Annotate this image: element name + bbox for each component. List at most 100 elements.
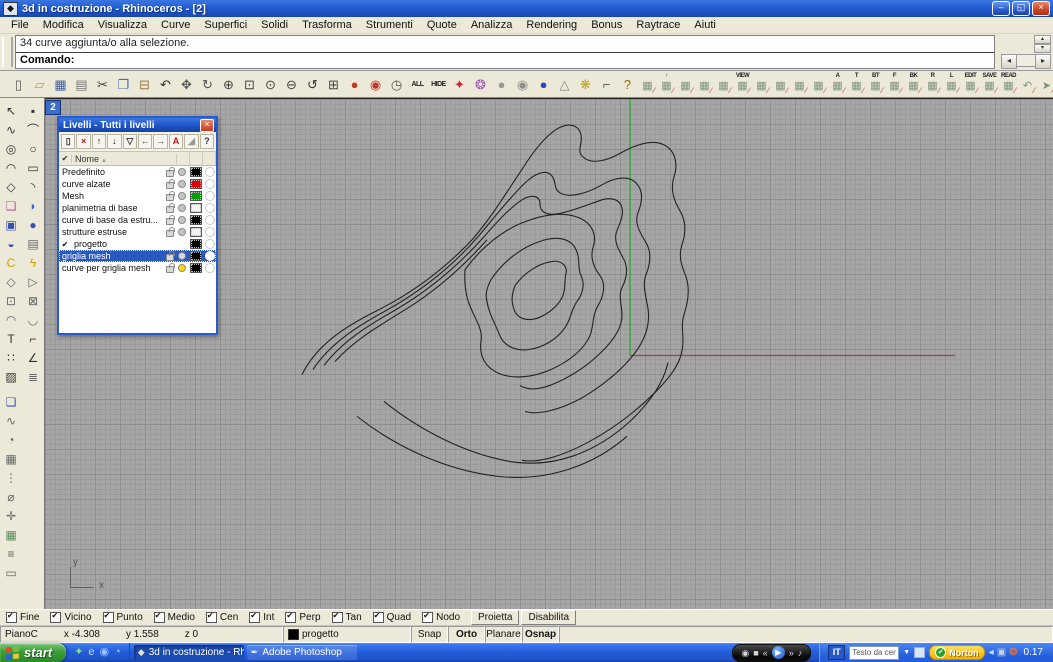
open-folder-icon[interactable]: ▱ bbox=[29, 74, 50, 95]
osnap-checkbox[interactable]: Nodo bbox=[422, 612, 460, 623]
search-dropdown-button[interactable]: ▼ bbox=[903, 649, 910, 656]
osnap-checkbox[interactable]: Fine bbox=[6, 612, 39, 623]
mesh-car-icon[interactable]: ▦ bbox=[714, 73, 733, 96]
contour-curve[interactable] bbox=[512, 261, 566, 319]
layer-name[interactable]: curve di base da estru... bbox=[59, 215, 164, 225]
surface-row-icon[interactable]: ≣ bbox=[22, 367, 44, 386]
mesh-tool-2-icon[interactable]: ▦ bbox=[676, 73, 695, 96]
undo-icon[interactable]: ↶ bbox=[155, 74, 176, 95]
current-layer-check[interactable]: ✔ bbox=[59, 240, 71, 249]
stop-button[interactable]: ■ bbox=[753, 646, 758, 660]
layer-row[interactable]: ✔ strutture estruse bbox=[59, 226, 216, 238]
mesh-front-icon[interactable]: F ▦ bbox=[885, 73, 904, 96]
history-scroll-up-button[interactable]: ▴ bbox=[1034, 35, 1051, 44]
chamfer-icon[interactable]: ▷ bbox=[22, 272, 44, 291]
bone-icon[interactable]: ⌐ bbox=[596, 74, 617, 95]
messenger-icon[interactable]: ✦ bbox=[74, 643, 83, 662]
copy-points-icon[interactable]: ⊠ bbox=[22, 291, 44, 310]
new-layer-icon[interactable]: ▯ bbox=[61, 134, 75, 149]
next-button[interactable]: » bbox=[789, 646, 794, 660]
mesh-read-icon[interactable]: READ ▦ bbox=[999, 73, 1018, 96]
render-preview-icon[interactable]: ◉ bbox=[365, 74, 386, 95]
contour-curve[interactable] bbox=[486, 238, 583, 350]
colorball-tray-icon[interactable]: ❂ bbox=[1009, 643, 1017, 662]
layer-name[interactable]: Predefinito bbox=[59, 167, 164, 177]
layer-name[interactable]: progetto bbox=[71, 239, 164, 249]
undo-view-icon[interactable]: ↺ bbox=[302, 74, 323, 95]
cylinder-icon[interactable]: ◒ bbox=[0, 234, 22, 253]
pointer-icon[interactable]: ➤ bbox=[1037, 73, 1053, 96]
zoom-selected-icon[interactable]: ⊙ bbox=[260, 74, 281, 95]
u-mesh-icon[interactable]: ▦ bbox=[0, 525, 22, 544]
search-go-button[interactable] bbox=[914, 647, 925, 658]
render-icon[interactable]: ● bbox=[344, 74, 365, 95]
task-rhinoceros[interactable]: ◆ 3d in costruzione - Rh... bbox=[134, 645, 244, 660]
fillet-icon[interactable]: ◇ bbox=[0, 272, 22, 291]
contour-curve[interactable] bbox=[384, 362, 668, 463]
pan-hand-icon[interactable]: ✥ bbox=[176, 74, 197, 95]
select-arrow-icon[interactable]: ↖ bbox=[0, 101, 22, 120]
menu-item[interactable]: Modifica bbox=[36, 19, 91, 31]
arc-icon[interactable]: ◠ bbox=[0, 158, 22, 177]
menu-item[interactable]: Visualizza bbox=[91, 19, 154, 31]
menu-item[interactable]: Solidi bbox=[254, 19, 295, 31]
layers-panel-titlebar[interactable]: Livelli - Tutti i livelli × bbox=[59, 118, 216, 132]
mesh-tool-4-icon[interactable]: ▦ bbox=[809, 73, 828, 96]
viewport[interactable]: 2 Livelli - Tutti i livelli × ▯×↑↓▽←→A◢?… bbox=[45, 98, 1053, 609]
zoom-dynamic-icon[interactable]: ⊕ bbox=[218, 74, 239, 95]
notes-icon[interactable]: ≡ bbox=[0, 544, 22, 563]
history-scroll-down-button[interactable]: ▾ bbox=[1034, 44, 1051, 53]
mesh-tool-3-icon[interactable]: ▦ bbox=[790, 73, 809, 96]
rectangle-icon[interactable]: ▭ bbox=[22, 158, 44, 177]
dots-icon[interactable]: ∷ bbox=[0, 348, 22, 367]
align-icon[interactable]: ⋮ bbox=[0, 468, 22, 487]
filter-icon[interactable]: ▽ bbox=[123, 134, 137, 149]
new-file-icon[interactable]: ▯ bbox=[8, 74, 29, 95]
cone-icon[interactable]: △ bbox=[554, 74, 575, 95]
osnap-checkbox[interactable]: Punto bbox=[103, 612, 143, 623]
command-prompt-input[interactable]: Comando: bbox=[16, 53, 994, 69]
explode-icon[interactable]: ϟ bbox=[22, 253, 44, 272]
extrude-icon[interactable]: ❏ bbox=[0, 392, 22, 411]
angle-dim-icon[interactable]: ∠ bbox=[22, 348, 44, 367]
sort-color-icon[interactable]: ◢ bbox=[184, 134, 198, 149]
cut-icon[interactable]: ✂ bbox=[92, 74, 113, 95]
layer-row[interactable]: ✔ Mesh bbox=[59, 190, 216, 202]
mesh-tool-icon[interactable]: ▦ bbox=[638, 73, 657, 96]
mesh-right-icon[interactable]: R ▦ bbox=[923, 73, 942, 96]
menu-item[interactable]: Curve bbox=[154, 19, 197, 31]
mesh-edit-icon[interactable]: EDIT ▦ bbox=[961, 73, 980, 96]
mesh-left-icon[interactable]: L ▦ bbox=[942, 73, 961, 96]
layer-name[interactable]: curve per griglia mesh bbox=[59, 263, 164, 273]
volume-button[interactable]: ♪ bbox=[798, 646, 803, 660]
osnap-checkbox[interactable]: Cen bbox=[206, 612, 238, 623]
planar-icon[interactable]: ◔ bbox=[0, 430, 22, 449]
layer-row[interactable]: ✔ griglia mesh bbox=[59, 250, 216, 262]
blend-up-icon[interactable]: ◠ bbox=[0, 310, 22, 329]
layer-name[interactable]: planimetria di base bbox=[59, 203, 164, 213]
mesh-up-icon[interactable]: ↑ ▦ bbox=[657, 73, 676, 96]
menu-item[interactable]: Strumenti bbox=[359, 19, 420, 31]
expand-icon[interactable]: → bbox=[153, 134, 167, 149]
contour-curve[interactable] bbox=[357, 416, 627, 477]
contour-curve[interactable] bbox=[465, 214, 604, 377]
layer-row[interactable]: ✔ progetto bbox=[59, 238, 216, 250]
orto-toggle[interactable]: Orto bbox=[448, 626, 485, 643]
ie-icon[interactable]: e bbox=[88, 643, 94, 662]
layer-row[interactable]: ✔ curve di base da estru... bbox=[59, 214, 216, 226]
zoom-extents-icon[interactable]: ⊖ bbox=[281, 74, 302, 95]
mesh-back-icon[interactable]: BK ▦ bbox=[904, 73, 923, 96]
menu-item[interactable]: Rendering bbox=[519, 19, 584, 31]
move-up-icon[interactable]: ↑ bbox=[92, 134, 106, 149]
scroll-left-button[interactable]: ◂ bbox=[1001, 54, 1017, 69]
blue-sphere-icon[interactable]: ● bbox=[533, 74, 554, 95]
polygon-icon[interactable]: ◇ bbox=[0, 177, 22, 196]
delete-layer-icon[interactable]: × bbox=[76, 134, 90, 149]
layer-name[interactable]: griglia mesh bbox=[59, 251, 164, 261]
render-region-icon[interactable]: ◷ bbox=[386, 74, 407, 95]
highlight-sphere-icon[interactable]: ◉ bbox=[512, 74, 533, 95]
restore-button[interactable]: ◱ bbox=[1012, 1, 1030, 16]
export-page-icon[interactable]: ▤ bbox=[71, 74, 92, 95]
control-curve-icon[interactable]: ∿ bbox=[0, 120, 22, 139]
search-input[interactable] bbox=[849, 646, 899, 660]
